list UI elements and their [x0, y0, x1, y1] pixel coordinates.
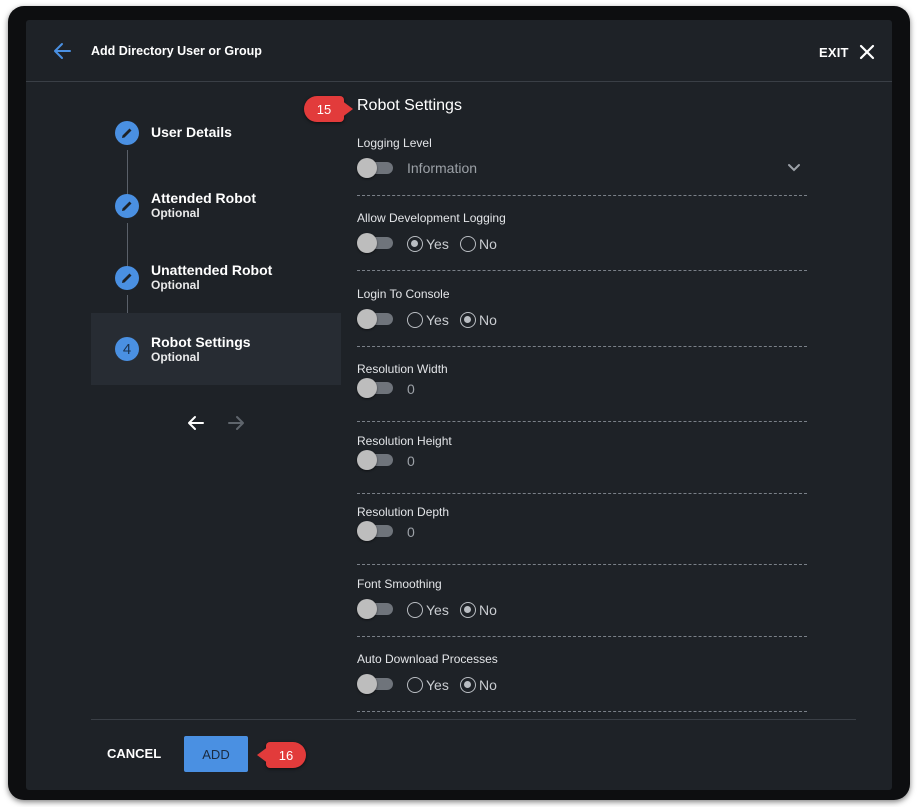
step-title: Robot Settings	[151, 334, 251, 350]
step-title: Attended Robot	[151, 190, 256, 206]
pencil-icon	[115, 266, 139, 290]
step-robot-settings[interactable]: 4 Robot Settings Optional	[91, 313, 341, 385]
dialog-title: Add Directory User or Group	[91, 44, 262, 58]
radio-label: Yes	[426, 602, 449, 618]
chevron-down-icon[interactable]	[787, 163, 801, 173]
annotation-badge: 16	[257, 742, 306, 768]
section-title: Robot Settings	[357, 97, 462, 114]
login-to-console-toggle[interactable]	[357, 309, 393, 329]
logging-level-toggle[interactable]	[357, 158, 393, 178]
radio-yes[interactable]: Yes	[407, 676, 449, 694]
pencil-icon	[115, 121, 139, 145]
auto-download-processes-toggle[interactable]	[357, 674, 393, 694]
logging-level-select[interactable]: Information	[407, 160, 477, 176]
annotation-badge: 15	[304, 96, 353, 122]
field-label: Font Smoothing	[357, 577, 442, 591]
resolution-width-toggle[interactable]	[357, 378, 393, 398]
radio-label: No	[479, 602, 497, 618]
footer-divider	[91, 719, 856, 720]
next-step-arrow-icon[interactable]	[226, 413, 246, 433]
radio-circle	[407, 236, 423, 252]
resolution-depth-input[interactable]: 0	[407, 524, 415, 540]
cancel-button[interactable]: CANCEL	[107, 746, 161, 761]
resolution-height-field: Resolution Height 0	[357, 434, 807, 494]
field-label: Allow Development Logging	[357, 211, 506, 225]
resolution-width-field: Resolution Width 0	[357, 362, 807, 422]
login-to-console-field: Login To Console Yes No	[357, 287, 807, 347]
step-title: User Details	[151, 124, 232, 140]
dialog-header: Add Directory User or Group EXIT	[26, 20, 892, 82]
field-label: Login To Console	[357, 287, 450, 301]
previous-step-arrow-icon[interactable]	[186, 413, 206, 433]
radio-no[interactable]: No	[460, 676, 497, 694]
close-icon[interactable]	[859, 44, 875, 60]
font-smoothing-toggle[interactable]	[357, 599, 393, 619]
screenshot-frame: Add Directory User or Group EXIT User De…	[8, 6, 910, 800]
radio-label: No	[479, 236, 497, 252]
radio-yes[interactable]: Yes	[407, 235, 449, 253]
resolution-depth-toggle[interactable]	[357, 521, 393, 541]
radio-yes[interactable]: Yes	[407, 311, 449, 329]
exit-button[interactable]: EXIT	[819, 45, 849, 60]
step-subtitle: Optional	[151, 278, 200, 292]
radio-label: Yes	[426, 236, 449, 252]
radio-circle	[407, 312, 423, 328]
radio-circle	[460, 602, 476, 618]
step-attended-robot[interactable]: Attended Robot Optional	[91, 174, 341, 246]
field-label: Auto Download Processes	[357, 652, 498, 666]
field-label: Resolution Height	[357, 434, 452, 448]
logging-level-field: Logging Level Information	[357, 136, 807, 196]
radio-circle	[407, 602, 423, 618]
font-smoothing-field: Font Smoothing Yes No	[357, 577, 807, 637]
step-subtitle: Optional	[151, 206, 200, 220]
pencil-icon	[115, 194, 139, 218]
resolution-height-toggle[interactable]	[357, 450, 393, 470]
radio-circle	[407, 677, 423, 693]
radio-no[interactable]: No	[460, 311, 497, 329]
back-arrow-icon[interactable]	[52, 41, 72, 61]
radio-label: Yes	[426, 677, 449, 693]
radio-label: Yes	[426, 312, 449, 328]
step-subtitle: Optional	[151, 350, 200, 364]
step-navigation	[186, 413, 250, 433]
field-label: Resolution Depth	[357, 505, 450, 519]
radio-label: No	[479, 312, 497, 328]
field-label: Logging Level	[357, 136, 432, 150]
field-label: Resolution Width	[357, 362, 448, 376]
radio-no[interactable]: No	[460, 601, 497, 619]
radio-no[interactable]: No	[460, 235, 497, 253]
radio-label: No	[479, 677, 497, 693]
resolution-height-input[interactable]: 0	[407, 453, 415, 469]
step-title: Unattended Robot	[151, 262, 273, 278]
radio-yes[interactable]: Yes	[407, 601, 449, 619]
auto-download-processes-field: Auto Download Processes Yes No	[357, 652, 807, 712]
step-number: 4	[115, 337, 139, 361]
step-unattended-robot[interactable]: Unattended Robot Optional	[91, 246, 341, 318]
allow-development-logging-field: Allow Development Logging Yes No	[357, 211, 807, 271]
resolution-depth-field: Resolution Depth 0	[357, 505, 807, 565]
dialog-window: Add Directory User or Group EXIT User De…	[26, 20, 892, 790]
radio-circle	[460, 677, 476, 693]
radio-circle	[460, 236, 476, 252]
radio-circle	[460, 312, 476, 328]
step-user-details[interactable]: User Details	[91, 102, 341, 174]
allow-development-logging-toggle[interactable]	[357, 233, 393, 253]
resolution-width-input[interactable]: 0	[407, 381, 415, 397]
add-button[interactable]: ADD	[184, 736, 248, 772]
